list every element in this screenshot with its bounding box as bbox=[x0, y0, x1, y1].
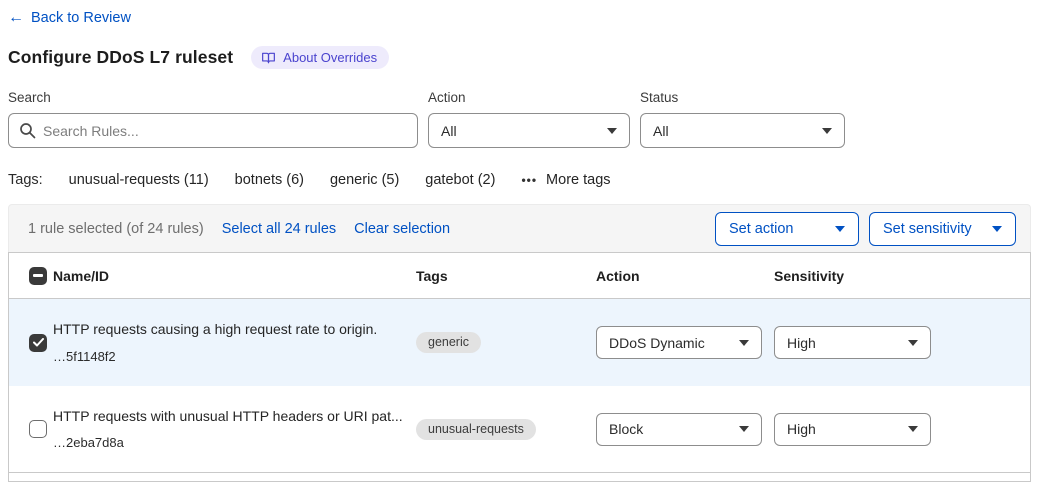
search-label: Search bbox=[8, 90, 418, 105]
rule-action-select[interactable]: DDoS Dynamic bbox=[596, 326, 762, 359]
status-filter-select[interactable]: All bbox=[640, 113, 845, 148]
rule-action-cell: DDoS Dynamic bbox=[596, 326, 774, 359]
rule-sensitivity-value: High bbox=[787, 335, 816, 351]
rule-sensitivity-value: High bbox=[787, 421, 816, 437]
rule-tag-pill: unusual-requests bbox=[416, 419, 536, 440]
set-action-label: Set action bbox=[729, 221, 794, 237]
column-header-action: Action bbox=[596, 268, 774, 284]
more-tags-button[interactable]: ••• More tags bbox=[521, 172, 610, 188]
rule-action-value: Block bbox=[609, 421, 643, 437]
rule-tag-pill: generic bbox=[416, 332, 481, 353]
column-header-name-id: Name/ID bbox=[53, 268, 416, 284]
chevron-down-icon bbox=[835, 226, 845, 232]
rule-sensitivity-select[interactable]: High bbox=[774, 413, 931, 446]
rule-sensitivity-cell: High bbox=[774, 326, 1030, 359]
set-sensitivity-label: Set sensitivity bbox=[883, 221, 972, 237]
chevron-down-icon bbox=[908, 340, 918, 346]
back-link-label: Back to Review bbox=[31, 10, 131, 26]
rule-action-cell: Block bbox=[596, 413, 774, 446]
rule-sensitivity-cell: High bbox=[774, 413, 1030, 446]
tag-filter-botnets[interactable]: botnets (6) bbox=[235, 172, 304, 188]
rule-action-value: DDoS Dynamic bbox=[609, 335, 705, 351]
back-arrow-icon: ← bbox=[8, 10, 24, 26]
set-action-dropdown[interactable]: Set action bbox=[715, 212, 859, 246]
tag-filter-gatebot[interactable]: gatebot (2) bbox=[425, 172, 495, 188]
set-sensitivity-dropdown[interactable]: Set sensitivity bbox=[869, 212, 1016, 246]
rule-name: HTTP requests causing a high request rat… bbox=[53, 321, 416, 339]
search-input[interactable] bbox=[8, 113, 418, 148]
tags-bar: Tags: unusual-requests (11) botnets (6) … bbox=[8, 172, 1031, 188]
chevron-down-icon bbox=[739, 340, 749, 346]
selection-summary: 1 rule selected (of 24 rules) bbox=[28, 221, 204, 237]
rule-tags-cell: generic bbox=[416, 332, 596, 353]
title-row: Configure DDoS L7 ruleset About Override… bbox=[8, 46, 1031, 69]
about-overrides-label: About Overrides bbox=[283, 50, 377, 65]
clear-selection-link[interactable]: Clear selection bbox=[354, 221, 450, 237]
rule-id: …2eba7d8a bbox=[53, 435, 416, 450]
book-open-icon bbox=[261, 51, 276, 65]
rules-table: Name/ID Tags Action Sensitivity HTTP req… bbox=[8, 252, 1031, 482]
row-checkbox[interactable] bbox=[29, 334, 47, 352]
tag-filter-generic[interactable]: generic (5) bbox=[330, 172, 399, 188]
check-icon bbox=[33, 338, 44, 347]
chevron-down-icon bbox=[607, 128, 617, 134]
status-filter: Status All bbox=[640, 90, 845, 148]
select-all-link[interactable]: Select all 24 rules bbox=[222, 221, 336, 237]
rule-name: HTTP requests with unusual HTTP headers … bbox=[53, 408, 416, 426]
action-filter-value: All bbox=[441, 123, 457, 139]
rule-action-select[interactable]: Block bbox=[596, 413, 762, 446]
table-header-row: Name/ID Tags Action Sensitivity bbox=[9, 253, 1030, 299]
action-filter-label: Action bbox=[428, 90, 630, 105]
search-filter: Search bbox=[8, 90, 418, 148]
select-all-checkbox[interactable] bbox=[29, 267, 47, 285]
chevron-down-icon bbox=[992, 226, 1002, 232]
back-to-review-link[interactable]: ← Back to Review bbox=[8, 10, 131, 26]
page-title: Configure DDoS L7 ruleset bbox=[8, 47, 233, 68]
search-field-wrap bbox=[8, 113, 418, 148]
column-header-sensitivity: Sensitivity bbox=[774, 268, 1030, 284]
rule-name-cell: HTTP requests with unusual HTTP headers … bbox=[53, 408, 416, 451]
tags-bar-label: Tags: bbox=[8, 172, 43, 188]
chevron-down-icon bbox=[739, 426, 749, 432]
tag-filter-unusual-requests[interactable]: unusual-requests (11) bbox=[69, 172, 209, 188]
chevron-down-icon bbox=[908, 426, 918, 432]
rule-sensitivity-select[interactable]: High bbox=[774, 326, 931, 359]
bulk-selection-bar: 1 rule selected (of 24 rules) Select all… bbox=[8, 204, 1031, 252]
search-icon bbox=[19, 122, 36, 144]
table-row: HTTP requests with unusual HTTP headers … bbox=[9, 386, 1030, 473]
ellipsis-icon: ••• bbox=[521, 173, 537, 187]
rule-name-cell: HTTP requests causing a high request rat… bbox=[53, 321, 416, 364]
status-filter-label: Status bbox=[640, 90, 845, 105]
action-filter: Action All bbox=[428, 90, 630, 148]
configure-ddos-ruleset-page: ← Back to Review Configure DDoS L7 rules… bbox=[0, 0, 1039, 482]
table-row: HTTP requests causing a high request rat… bbox=[9, 299, 1030, 386]
rule-id: …5f1148f2 bbox=[53, 349, 416, 364]
status-filter-value: All bbox=[653, 123, 669, 139]
action-filter-select[interactable]: All bbox=[428, 113, 630, 148]
more-tags-label: More tags bbox=[546, 172, 610, 188]
row-checkbox[interactable] bbox=[29, 420, 47, 438]
rule-tags-cell: unusual-requests bbox=[416, 419, 596, 440]
indeterminate-icon bbox=[33, 274, 43, 277]
filters-row: Search Action All Status All bbox=[8, 90, 1031, 148]
column-header-tags: Tags bbox=[416, 268, 596, 284]
chevron-down-icon bbox=[822, 128, 832, 134]
about-overrides-badge[interactable]: About Overrides bbox=[251, 46, 389, 69]
